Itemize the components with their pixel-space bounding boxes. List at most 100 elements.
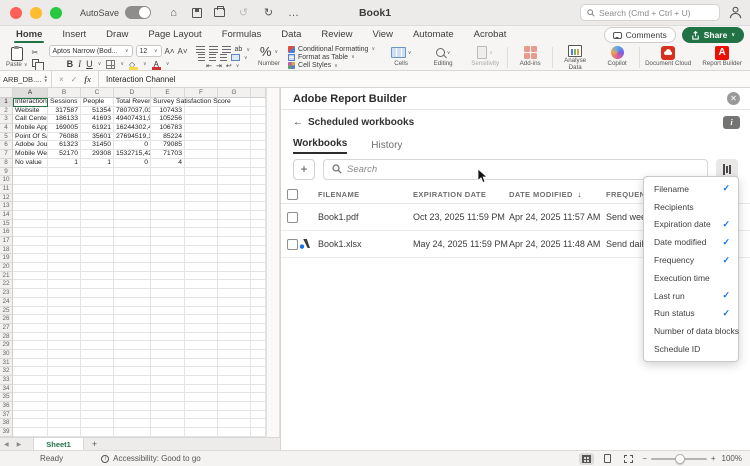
- row-header-4[interactable]: 4: [0, 124, 13, 133]
- align-bottom-icon[interactable]: [221, 46, 231, 53]
- cell-B35[interactable]: [48, 393, 81, 403]
- cell-E39[interactable]: [151, 428, 185, 437]
- cell-G12[interactable]: [218, 193, 251, 203]
- cell-G21[interactable]: [218, 271, 251, 281]
- row-header-6[interactable]: 6: [0, 141, 13, 151]
- cell-F26[interactable]: [185, 315, 218, 324]
- cell-A34[interactable]: [13, 384, 48, 394]
- cell-D36[interactable]: [114, 402, 151, 411]
- minimize-window-button[interactable]: [30, 6, 42, 19]
- cell-B33[interactable]: [48, 376, 81, 385]
- cell-G20[interactable]: [218, 263, 251, 272]
- cell-E8[interactable]: 4: [151, 158, 185, 168]
- row-checkbox[interactable]: [287, 238, 298, 250]
- ribbon-tab-data[interactable]: Data: [271, 26, 311, 44]
- row-header-1[interactable]: 1: [0, 98, 13, 107]
- cell-A19[interactable]: [13, 254, 48, 264]
- cell-A16[interactable]: [13, 228, 48, 237]
- autosave-toggle[interactable]: [125, 6, 152, 19]
- row-header-21[interactable]: 21: [0, 271, 13, 281]
- cell-E19[interactable]: [151, 254, 185, 264]
- cell-C18[interactable]: [81, 245, 114, 255]
- cell-H31[interactable]: [251, 358, 266, 368]
- report-builder-button[interactable]: A Report Builder: [695, 45, 749, 70]
- cell-F21[interactable]: [185, 271, 218, 281]
- cell-B9[interactable]: [48, 167, 81, 177]
- cell-E25[interactable]: [151, 306, 185, 316]
- cell-G23[interactable]: [218, 289, 251, 298]
- sensitivity-button[interactable]: ∨ Sensitivity: [464, 45, 506, 70]
- cell-D6[interactable]: 0: [114, 141, 151, 151]
- cell-C36[interactable]: [81, 402, 114, 411]
- cell-A21[interactable]: [13, 271, 48, 281]
- cell-H7[interactable]: [251, 150, 266, 159]
- menu-item-execution-time[interactable]: Execution time: [644, 269, 738, 287]
- cell-C26[interactable]: [81, 315, 114, 324]
- cell-E32[interactable]: [151, 367, 185, 376]
- cell-D5[interactable]: 27694519,1: [114, 132, 151, 142]
- row-header-8[interactable]: 8: [0, 158, 13, 168]
- cell-C28[interactable]: [81, 332, 114, 342]
- zoom-slider[interactable]: [650, 453, 707, 464]
- cell-G33[interactable]: [218, 376, 251, 385]
- row-header-25[interactable]: 25: [0, 306, 13, 316]
- row-header-30[interactable]: 30: [0, 349, 13, 359]
- cell-D7[interactable]: 1532715,42: [114, 150, 151, 159]
- cell-D18[interactable]: [114, 245, 151, 255]
- cell-B7[interactable]: 52170: [48, 150, 81, 159]
- cell-C5[interactable]: 35601: [81, 132, 114, 142]
- cell-A7[interactable]: Mobile Web: [13, 150, 48, 159]
- cell-A14[interactable]: [13, 210, 48, 220]
- align-right-icon[interactable]: [219, 54, 227, 61]
- back-to-scheduled-workbooks[interactable]: ← Scheduled workbooks: [293, 117, 414, 128]
- cell-B29[interactable]: [48, 341, 81, 350]
- page-break-view-button[interactable]: [621, 453, 636, 465]
- cell-G5[interactable]: [218, 132, 251, 142]
- page-layout-view-button[interactable]: [600, 453, 615, 465]
- paste-button[interactable]: Paste ∨: [6, 46, 28, 69]
- cell-D9[interactable]: [114, 167, 151, 177]
- percent-style-icon[interactable]: %: [260, 45, 272, 58]
- cell-C35[interactable]: [81, 393, 114, 403]
- copilot-button[interactable]: Copilot: [596, 45, 638, 70]
- cell-D10[interactable]: [114, 176, 151, 185]
- cell-C31[interactable]: [81, 358, 114, 368]
- cell-F29[interactable]: [185, 341, 218, 350]
- cell-D4[interactable]: 16244302,4: [114, 124, 151, 133]
- cell-C24[interactable]: [81, 297, 114, 307]
- cell-H2[interactable]: [251, 106, 266, 116]
- cell-D15[interactable]: [114, 219, 151, 229]
- cell-D33[interactable]: [114, 376, 151, 385]
- cell-styles-button[interactable]: Cell Styles ∨: [288, 62, 338, 70]
- cell-H29[interactable]: [251, 341, 266, 350]
- cell-H13[interactable]: [251, 202, 266, 211]
- row-header-36[interactable]: 36: [0, 402, 13, 411]
- cells-button[interactable]: ∨ Cells: [380, 45, 422, 70]
- cell-H10[interactable]: [251, 176, 266, 185]
- cell-D11[interactable]: [114, 184, 151, 194]
- accessibility-status[interactable]: Accessibility: Good to go: [113, 454, 201, 463]
- cell-F17[interactable]: [185, 237, 218, 246]
- bold-button[interactable]: B: [67, 59, 74, 69]
- menu-item-last-run[interactable]: Last run ✓: [644, 287, 738, 305]
- cell-A3[interactable]: Call Center: [13, 115, 48, 125]
- menu-item-number-of-data-blocks[interactable]: Number of data blocks: [644, 322, 739, 340]
- cell-D29[interactable]: [114, 341, 151, 350]
- row-header-15[interactable]: 15: [0, 219, 13, 229]
- cell-E26[interactable]: [151, 315, 185, 324]
- cell-A35[interactable]: [13, 393, 48, 403]
- font-name-select[interactable]: Aptos Narrow (Bod... ∨: [48, 45, 133, 57]
- cell-E28[interactable]: [151, 332, 185, 342]
- select-all-checkbox[interactable]: [287, 189, 298, 200]
- cell-B2[interactable]: 317587: [48, 106, 81, 116]
- cell-B17[interactable]: [48, 237, 81, 246]
- cell-B27[interactable]: [48, 323, 81, 333]
- cell-D35[interactable]: [114, 393, 151, 403]
- cell-G25[interactable]: [218, 306, 251, 316]
- row-header-37[interactable]: 37: [0, 410, 13, 420]
- row-header-2[interactable]: 2: [0, 106, 13, 116]
- pane-tab-history[interactable]: History: [371, 140, 402, 154]
- orientation-icon[interactable]: ab: [235, 46, 243, 53]
- cell-C16[interactable]: [81, 228, 114, 237]
- cell-B20[interactable]: [48, 263, 81, 272]
